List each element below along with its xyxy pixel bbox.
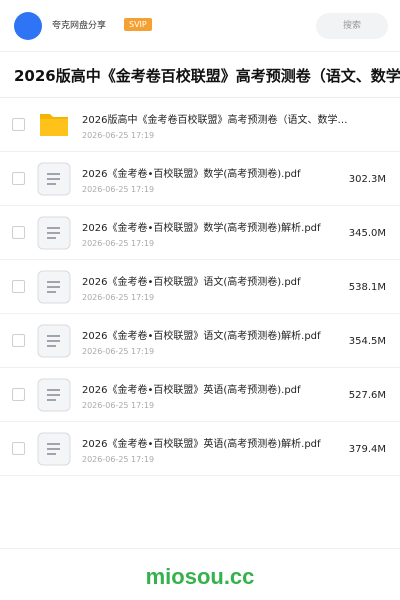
file-name: 2026《金考卷•百校联盟》英语(高考预测卷).pdf <box>82 385 301 396</box>
owner-name: 夸克网盘分享 <box>52 21 107 31</box>
document-icon <box>37 432 71 466</box>
file-name: 2026《金考卷•百校联盟》数学(高考预测卷)解析.pdf <box>82 223 321 234</box>
list-item-file[interactable]: 2026《金考卷•百校联盟》数学(高考预测卷)解析.pdf 2026-06-25… <box>0 206 400 260</box>
top-header: 夸克网盘分享 SVIP <box>0 0 400 52</box>
list-item-file[interactable]: 2026《金考卷•百校联盟》语文(高考预测卷)解析.pdf 2026-06-25… <box>0 314 400 368</box>
avatar[interactable] <box>14 12 42 40</box>
document-icon <box>37 270 71 304</box>
file-name: 2026《金考卷•百校联盟》数学(高考预测卷).pdf <box>82 169 301 180</box>
file-size: 379.4M <box>348 444 386 455</box>
file-size: 345.0M <box>348 228 386 239</box>
file-name: 2026《金考卷•百校联盟》语文(高考预测卷).pdf <box>82 277 301 288</box>
document-icon <box>37 216 71 250</box>
folder-icon <box>37 108 71 142</box>
svip-badge: SVIP <box>124 18 152 31</box>
list-item-file[interactable]: 2026《金考卷•百校联盟》数学(高考预测卷).pdf 2026-06-25 1… <box>0 152 400 206</box>
row-checkbox[interactable] <box>12 334 25 347</box>
file-date: 2026-06-25 17:19 <box>82 185 155 194</box>
document-icon <box>37 378 71 412</box>
file-date: 2026-06-25 17:19 <box>82 293 155 302</box>
file-date: 2026-06-25 17:19 <box>82 455 155 464</box>
row-checkbox[interactable] <box>12 172 25 185</box>
list-item-file[interactable]: 2026《金考卷•百校联盟》语文(高考预测卷).pdf 2026-06-25 1… <box>0 260 400 314</box>
document-icon <box>37 162 71 196</box>
list-item-file[interactable]: 2026《金考卷•百校联盟》英语(高考预测卷).pdf 2026-06-25 1… <box>0 368 400 422</box>
file-list: 2026版高中《金考卷百校联盟》高考预测卷（语文、数学、英语） 2026-06-… <box>0 98 400 476</box>
list-item-folder[interactable]: 2026版高中《金考卷百校联盟》高考预测卷（语文、数学、英语） 2026-06-… <box>0 98 400 152</box>
title-bar: 2026版高中《金考卷百校联盟》高考预测卷（语文、数学、 <box>0 52 400 98</box>
row-checkbox[interactable] <box>12 280 25 293</box>
file-date: 2026-06-25 17:19 <box>82 239 155 248</box>
file-size: 527.6M <box>348 390 386 401</box>
file-size: 302.3M <box>348 174 386 185</box>
file-size: 354.5M <box>348 336 386 347</box>
list-item-file[interactable]: 2026《金考卷•百校联盟》英语(高考预测卷)解析.pdf 2026-06-25… <box>0 422 400 476</box>
file-date: 2026-06-25 17:19 <box>82 401 155 410</box>
search-input[interactable] <box>316 13 388 39</box>
file-date: 2026-06-25 17:19 <box>82 347 155 356</box>
footer: miosou.cc <box>0 548 400 600</box>
file-date: 2026-06-25 17:19 <box>82 131 155 140</box>
row-checkbox[interactable] <box>12 442 25 455</box>
row-checkbox[interactable] <box>12 226 25 239</box>
row-checkbox[interactable] <box>12 388 25 401</box>
file-name: 2026《金考卷•百校联盟》语文(高考预测卷)解析.pdf <box>82 331 321 342</box>
file-name: 2026版高中《金考卷百校联盟》高考预测卷（语文、数学、英语） <box>82 115 352 126</box>
row-checkbox[interactable] <box>12 118 25 131</box>
page-title: 2026版高中《金考卷百校联盟》高考预测卷（语文、数学、 <box>14 67 400 85</box>
file-name: 2026《金考卷•百校联盟》英语(高考预测卷)解析.pdf <box>82 439 321 450</box>
document-icon <box>37 324 71 358</box>
brand-watermark: miosou.cc <box>145 564 255 589</box>
file-size: 538.1M <box>348 282 386 293</box>
